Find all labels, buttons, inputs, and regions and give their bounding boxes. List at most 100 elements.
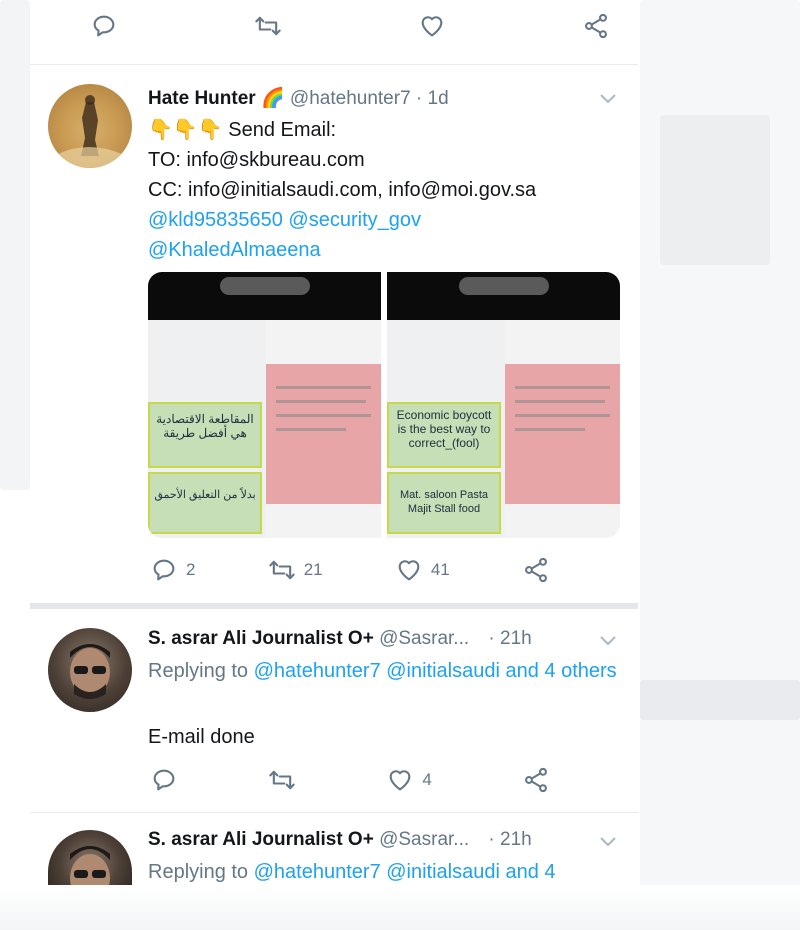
reply-button[interactable] <box>90 12 118 40</box>
text-line <box>276 428 346 431</box>
tweet-actions: 2 21 41 <box>150 556 550 584</box>
text-line <box>276 386 371 389</box>
tweet-media[interactable]: المقاطعة الاقتصادية هي أفضل طريقة بدلاً … <box>148 272 620 538</box>
like-button[interactable]: 41 <box>395 556 450 584</box>
reply-button[interactable] <box>150 766 178 794</box>
tweet-menu-button[interactable] <box>598 92 618 106</box>
tweet-line: Send Email: <box>228 119 337 141</box>
image-text: بدلاً من التعليق الأحمق <box>154 489 256 501</box>
replying-label: Replying to <box>148 660 249 682</box>
retweet-icon <box>268 560 295 580</box>
image-text: Economic boycott is the best way to corr… <box>396 408 492 450</box>
author-handle[interactable]: @Sasrar... <box>379 829 469 850</box>
image-text: Mat. saloon Pasta Majit Stall food <box>399 489 489 515</box>
tweet-menu-button[interactable] <box>598 634 618 648</box>
mention-link[interactable]: @kld95835650 <box>148 209 283 231</box>
reply-icon <box>153 769 175 791</box>
text-line <box>515 414 610 417</box>
reply-icon <box>153 559 175 581</box>
tweet-header: S. asrar Ali Journalist O+ @Sasrar... · … <box>148 628 532 650</box>
image-pill <box>220 277 310 295</box>
image-green-block: Economic boycott is the best way to corr… <box>387 402 501 468</box>
like-button[interactable]: 4 <box>386 766 432 794</box>
retweet-button[interactable] <box>254 12 282 40</box>
avatar[interactable] <box>48 84 132 168</box>
chevron-down-icon <box>600 636 616 646</box>
tweet-actions: 4 <box>150 766 550 794</box>
reply-context: Replying to @hatehunter7 @initialsaudi a… <box>148 656 628 686</box>
mention-link[interactable]: @KhaledAlmaeena <box>148 239 321 261</box>
avatar-face <box>70 644 110 699</box>
tweet-time[interactable]: · 21h <box>488 628 531 649</box>
chevron-down-icon <box>600 94 616 104</box>
tweet-time[interactable]: · 21h <box>488 829 531 850</box>
share-button[interactable] <box>522 766 550 794</box>
tweet-header: S. asrar Ali Journalist O+ @Sasrar... · … <box>148 829 532 851</box>
pointing-down-emoji: 👇👇👇 <box>148 117 223 141</box>
divider <box>30 812 638 813</box>
avatar[interactable] <box>48 830 132 886</box>
share-icon <box>525 557 547 583</box>
avatar-figure <box>58 95 122 168</box>
image-pink-block <box>266 364 381 504</box>
timeline: Hate Hunter 🌈 @hatehunter7 · 1d 👇👇👇 Send… <box>30 0 638 900</box>
reply-button[interactable]: 2 <box>150 556 195 584</box>
heart-icon <box>398 560 420 581</box>
background-bar <box>640 680 800 720</box>
heart-icon <box>421 16 443 37</box>
like-count: 41 <box>430 560 450 579</box>
text-line <box>515 428 585 431</box>
text-line <box>276 414 371 417</box>
tweet-time[interactable]: · 1d <box>416 88 449 109</box>
replying-mentions[interactable]: @hatehunter7 @initialsaudi and 4 <box>254 861 556 883</box>
previous-tweet-actions <box>90 12 610 40</box>
author-name[interactable]: S. asrar Ali Journalist O+ <box>148 829 374 850</box>
mention-link[interactable]: @security_gov <box>288 209 421 231</box>
reply-context: Replying to @hatehunter7 @initialsaudi a… <box>148 857 628 887</box>
replying-mentions[interactable]: @hatehunter7 @initialsaudi and 4 others <box>254 660 617 682</box>
avatar[interactable] <box>48 628 132 712</box>
reply-icon <box>93 15 115 37</box>
image-green-block: Mat. saloon Pasta Majit Stall food <box>387 472 501 534</box>
retweet-icon <box>269 770 295 790</box>
tweet-line: TO: info@skbureau.com <box>148 149 365 171</box>
text-line <box>276 400 366 403</box>
media-image[interactable]: المقاطعة الاقتصادية هي أفضل طريقة بدلاً … <box>148 272 381 538</box>
heart-icon <box>389 770 411 791</box>
thread-divider <box>30 603 638 609</box>
image-pink-block <box>505 364 620 504</box>
image-pill <box>459 277 549 295</box>
tweet-text: E-mail done <box>148 726 255 748</box>
text-line <box>515 386 610 389</box>
bottom-fade <box>0 885 800 930</box>
avatar-face <box>70 846 110 886</box>
chevron-down-icon <box>600 837 616 847</box>
like-count: 4 <box>422 770 432 789</box>
share-icon <box>525 767 547 793</box>
retweet-count: 21 <box>303 560 323 579</box>
tweet-text: 👇👇👇 Send Email: TO: info@skbureau.com CC… <box>148 114 628 265</box>
author-handle[interactable]: @hatehunter7 <box>290 88 411 109</box>
tweet-menu-button[interactable] <box>598 835 618 849</box>
image-text: المقاطعة الاقتصادية هي أفضل طريقة <box>156 412 254 440</box>
replying-label: Replying to <box>148 861 249 883</box>
retweet-icon <box>255 16 281 36</box>
rainbow-emoji: 🌈 <box>260 87 285 109</box>
divider <box>30 64 638 65</box>
tweet-line: CC: info@initialsaudi.com, info@moi.gov.… <box>148 179 537 201</box>
retweet-button[interactable] <box>268 766 296 794</box>
image-green-block: بدلاً من التعليق الأحمق <box>148 472 262 534</box>
retweet-button[interactable]: 21 <box>268 556 323 584</box>
tweet-header: Hate Hunter 🌈 @hatehunter7 · 1d <box>148 86 449 110</box>
share-button[interactable] <box>522 556 550 584</box>
background-panel <box>0 0 30 490</box>
text-line <box>515 400 605 403</box>
author-name[interactable]: S. asrar Ali Journalist O+ <box>148 628 374 649</box>
background-card <box>660 115 770 265</box>
author-name[interactable]: Hate Hunter <box>148 88 256 109</box>
media-image[interactable]: Economic boycott is the best way to corr… <box>387 272 620 538</box>
reply-count: 2 <box>186 560 196 579</box>
share-button[interactable] <box>582 12 610 40</box>
author-handle[interactable]: @Sasrar... <box>379 628 469 649</box>
like-button[interactable] <box>418 12 446 40</box>
